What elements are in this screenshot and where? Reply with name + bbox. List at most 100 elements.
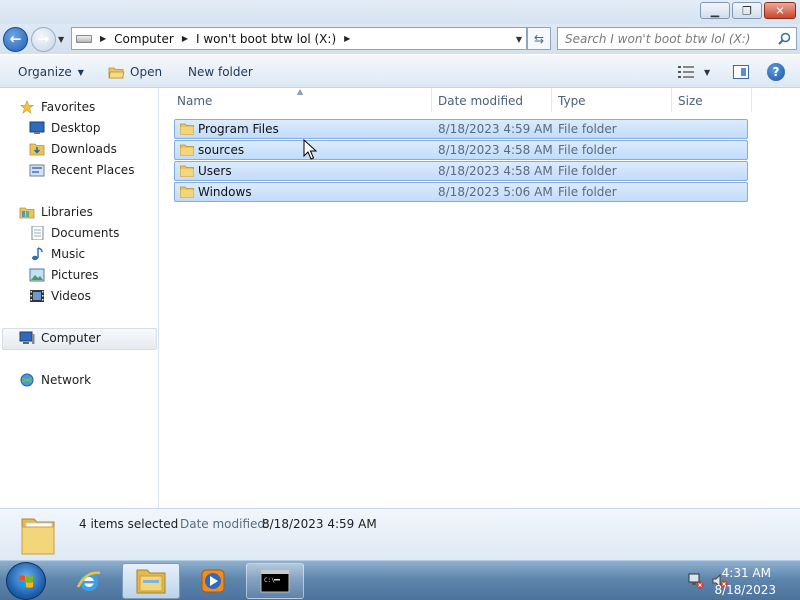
- file-date-modified: 8/18/2023 4:58 AM: [438, 164, 553, 178]
- file-type: File folder: [558, 143, 617, 157]
- title-bar[interactable]: ▁ ❐ ✕: [0, 0, 800, 24]
- views-icon[interactable]: [678, 66, 694, 78]
- recent-places-icon: [29, 164, 45, 177]
- nav-item-favorites[interactable]: Favorites: [19, 100, 95, 114]
- file-name: Program Files: [198, 122, 279, 136]
- taskbar-internet-explorer[interactable]: [60, 563, 118, 599]
- nav-item-downloads[interactable]: Downloads: [29, 142, 117, 156]
- breadcrumb-drive[interactable]: I won't boot btw lol (X:): [196, 32, 336, 46]
- nav-label: Desktop: [51, 121, 101, 135]
- nav-item-network[interactable]: Network: [19, 373, 91, 387]
- address-bar[interactable]: ▶ Computer ▶ I won't boot btw lol (X:) ▶…: [71, 27, 527, 50]
- file-date-modified: 8/18/2023 4:59 AM: [438, 122, 553, 136]
- new-folder-label: New folder: [188, 65, 253, 79]
- column-divider[interactable]: [551, 88, 552, 112]
- clock-date[interactable]: 8/18/2023: [714, 583, 776, 597]
- breadcrumb-computer[interactable]: Computer: [114, 32, 174, 46]
- nav-label: Network: [41, 373, 92, 387]
- open-button[interactable]: Open: [108, 65, 162, 79]
- command-prompt-icon: C:\: [260, 569, 290, 593]
- table-row[interactable]: sources 8/18/2023 4:58 AM File folder: [174, 140, 748, 160]
- chevron-right-icon[interactable]: ▶: [100, 34, 106, 43]
- table-row[interactable]: Program Files 8/18/2023 4:59 AM File fol…: [174, 119, 748, 139]
- command-bar: Organize ▼ Open New folder ▼ ?: [0, 54, 800, 88]
- sort-ascending-icon: ▲: [297, 87, 304, 96]
- table-row[interactable]: Users 8/18/2023 4:58 AM File folder: [174, 161, 748, 181]
- column-header-size[interactable]: Size: [678, 94, 703, 108]
- chevron-down-icon: ▼: [77, 67, 84, 77]
- new-folder-button[interactable]: New folder: [188, 65, 253, 79]
- nav-item-videos[interactable]: Videos: [29, 289, 91, 303]
- windows-explorer-icon: [136, 569, 166, 594]
- music-icon: [32, 247, 43, 261]
- open-label: Open: [130, 65, 163, 79]
- search-box[interactable]: [557, 27, 797, 50]
- forward-arrow-icon: →: [37, 30, 50, 47]
- refresh-button[interactable]: ⇆: [527, 27, 551, 50]
- minimize-button[interactable]: ▁: [700, 2, 730, 19]
- close-button[interactable]: ✕: [764, 2, 796, 19]
- folder-open-icon: [108, 67, 125, 78]
- maximize-button[interactable]: ❐: [732, 2, 762, 19]
- desktop-icon: [29, 121, 45, 134]
- preview-pane-button[interactable]: [733, 65, 749, 79]
- search-input[interactable]: [558, 28, 768, 49]
- pictures-icon: [29, 268, 45, 282]
- window-controls: ▁ ❐ ✕: [700, 2, 796, 19]
- column-header-date-modified[interactable]: Date modified: [438, 94, 523, 108]
- folder-icon: [180, 123, 194, 135]
- column-divider[interactable]: [671, 88, 672, 112]
- organize-button[interactable]: Organize ▼: [18, 65, 84, 79]
- nav-label: Computer: [41, 331, 101, 345]
- minimize-icon: ▁: [710, 4, 720, 17]
- back-arrow-icon: ←: [9, 30, 22, 47]
- clock-time[interactable]: 4:31 AM: [722, 566, 771, 580]
- help-button[interactable]: ?: [767, 63, 785, 81]
- nav-item-desktop[interactable]: Desktop: [29, 121, 101, 135]
- windows-logo-icon: [19, 575, 33, 588]
- chevron-right-icon[interactable]: ▶: [182, 34, 188, 43]
- nav-item-recent-places[interactable]: Recent Places: [29, 163, 134, 177]
- nav-item-documents[interactable]: Documents: [29, 226, 119, 240]
- file-date-modified: 8/18/2023 5:06 AM: [438, 185, 553, 199]
- taskbar-windows-explorer[interactable]: [122, 563, 180, 599]
- column-header-name[interactable]: Name: [177, 94, 212, 108]
- computer-icon: [19, 331, 35, 344]
- column-divider[interactable]: [431, 88, 432, 112]
- back-button[interactable]: ←: [3, 27, 28, 52]
- drive-icon: [76, 34, 92, 43]
- svg-text:C:\: C:\: [264, 577, 275, 584]
- taskbar: C:\ 4:31 AM 8/18/2023: [0, 560, 800, 600]
- nav-item-computer[interactable]: Computer: [19, 331, 101, 345]
- table-row[interactable]: Windows 8/18/2023 5:06 AM File folder: [174, 182, 748, 202]
- nav-label: Favorites: [41, 100, 96, 114]
- taskbar-command-prompt[interactable]: C:\: [246, 563, 304, 599]
- videos-icon: [30, 290, 44, 302]
- search-icon[interactable]: [778, 32, 791, 45]
- file-type: File folder: [558, 164, 617, 178]
- nav-label: Downloads: [51, 142, 117, 156]
- star-icon: [20, 100, 34, 114]
- documents-icon: [31, 226, 44, 240]
- mouse-pointer-icon: [303, 139, 317, 160]
- column-divider[interactable]: [751, 88, 752, 112]
- nav-item-pictures[interactable]: Pictures: [29, 268, 99, 282]
- taskbar-windows-media-player[interactable]: [184, 563, 242, 599]
- file-type: File folder: [558, 122, 617, 136]
- column-header-type[interactable]: Type: [558, 94, 586, 108]
- start-button[interactable]: [6, 562, 46, 600]
- recent-pages-dropdown-icon[interactable]: ▼: [58, 35, 64, 44]
- folder-icon: [180, 165, 194, 177]
- forward-button[interactable]: →: [31, 27, 56, 52]
- internet-explorer-icon: [76, 571, 101, 591]
- nav-item-music[interactable]: Music: [29, 247, 85, 261]
- address-dropdown-icon[interactable]: ▼: [516, 35, 522, 44]
- folder-stack-icon: [21, 518, 55, 555]
- organize-label: Organize: [18, 65, 72, 79]
- file-date-modified: 8/18/2023 4:58 AM: [438, 143, 553, 157]
- network-status-icon[interactable]: [688, 573, 704, 589]
- chevron-right-icon[interactable]: ▶: [344, 34, 350, 43]
- folder-icon: [180, 144, 194, 156]
- nav-item-libraries[interactable]: Libraries: [19, 205, 93, 219]
- views-dropdown-icon[interactable]: ▼: [704, 68, 710, 77]
